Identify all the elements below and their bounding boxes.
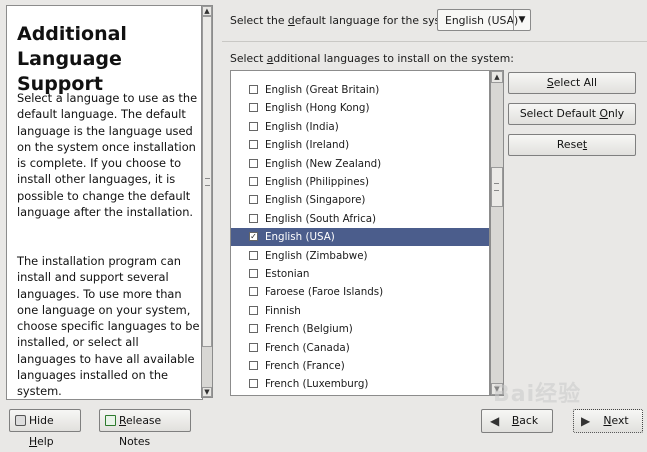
- back-arrow-icon: ◀: [490, 414, 500, 428]
- language-checkbox[interactable]: [249, 324, 258, 334]
- additional-languages-label: Select additional languages to install o…: [230, 52, 514, 65]
- language-row[interactable]: English (Singapore): [231, 191, 489, 209]
- language-checkbox[interactable]: ✓: [249, 232, 258, 242]
- language-label: English (New Zealand): [265, 157, 382, 170]
- next-arrow-icon: ▶: [581, 414, 591, 428]
- release-notes-button[interactable]: Release Notes: [99, 409, 191, 448]
- language-checkbox[interactable]: [249, 121, 258, 131]
- language-row[interactable]: English (Great Britain): [231, 81, 489, 99]
- language-checkbox[interactable]: [249, 269, 258, 278]
- additional-languages-list[interactable]: English (Great Britain) English (Hong Kon…: [230, 70, 490, 396]
- language-checkbox[interactable]: [249, 361, 258, 370]
- release-notes-icon: [105, 415, 116, 426]
- language-checkbox[interactable]: [249, 250, 258, 260]
- language-label: English (South Africa): [265, 212, 377, 225]
- language-row[interactable]: Finnish: [231, 302, 489, 320]
- language-checkbox[interactable]: [249, 379, 258, 389]
- language-row[interactable]: Estonian: [231, 265, 489, 283]
- watermark: Bai经验: [493, 382, 582, 407]
- language-row[interactable]: Faroese (Faroe Islands): [231, 283, 489, 301]
- language-row[interactable]: English (South Africa): [231, 210, 489, 228]
- hide-help-button[interactable]: Hide Help: [9, 409, 81, 448]
- help-scrollbar[interactable]: ▲ ▼: [201, 5, 213, 398]
- help-title: Additional Language Support: [17, 23, 127, 95]
- language-checkbox[interactable]: [249, 103, 258, 113]
- language-label: French (Luxemburg): [265, 378, 369, 391]
- select-all-button[interactable]: Select All: [508, 72, 636, 94]
- language-checkbox[interactable]: [249, 213, 258, 223]
- chevron-down-icon[interactable]: ▼: [513, 10, 530, 30]
- language-label: English (Great Britain): [265, 84, 380, 96]
- help-panel: Additional Language Support Select a lan…: [6, 5, 203, 400]
- language-checkbox[interactable]: [249, 305, 258, 315]
- default-language-select[interactable]: English (USA) ▼: [437, 9, 531, 31]
- language-row[interactable]: French (Luxemburg): [231, 375, 489, 393]
- scroll-up-arrow-icon[interactable]: ▲: [491, 71, 503, 83]
- language-list-scrollbar[interactable]: ▲ ▼: [490, 70, 504, 396]
- help-paragraph-additional-languages: The installation program can install and…: [17, 254, 200, 399]
- help-scrollbar-thumb[interactable]: [202, 16, 212, 347]
- language-label: Faroese (Faroe Islands): [265, 286, 384, 299]
- language-label: French (France): [265, 360, 345, 372]
- language-label: French (Canada): [265, 341, 350, 354]
- scroll-down-arrow-icon[interactable]: ▼: [202, 387, 212, 397]
- language-label: English (Singapore): [265, 194, 366, 207]
- language-row[interactable]: English (Hong Kong): [231, 99, 489, 117]
- default-language-value: English (USA): [445, 14, 519, 27]
- back-button[interactable]: ◀ Back: [481, 409, 553, 433]
- language-row[interactable]: English (Zimbabwe): [231, 247, 489, 265]
- language-row[interactable]: English (Ireland): [231, 136, 489, 154]
- select-default-only-button[interactable]: Select Default Only: [508, 103, 636, 125]
- language-row[interactable]: French (Canada): [231, 339, 489, 357]
- language-checkbox[interactable]: [249, 85, 258, 94]
- language-checkbox[interactable]: [249, 177, 258, 186]
- default-language-label: Select the default language for the syst…: [230, 14, 466, 27]
- language-row[interactable]: ✓ English (USA): [231, 228, 489, 247]
- language-label: French (Belgium): [265, 323, 353, 336]
- help-book-icon: [15, 415, 26, 426]
- language-checkbox[interactable]: [249, 158, 258, 168]
- scroll-up-arrow-icon[interactable]: ▲: [202, 6, 212, 16]
- language-label: English (Philippines): [265, 176, 369, 188]
- reset-button[interactable]: Reset: [508, 134, 636, 156]
- help-paragraph-default-language: Select a language to use as the default …: [17, 91, 198, 220]
- language-checkbox[interactable]: [249, 342, 258, 352]
- language-label: English (Zimbabwe): [265, 249, 368, 262]
- next-button[interactable]: ▶ Next: [573, 409, 643, 433]
- language-row[interactable]: English (India): [231, 118, 489, 136]
- language-list-scrollbar-thumb[interactable]: [491, 167, 503, 207]
- language-label: Finnish: [265, 304, 301, 317]
- separator: [222, 41, 647, 42]
- language-checkbox[interactable]: [249, 195, 258, 205]
- language-row[interactable]: English (New Zealand): [231, 155, 489, 173]
- language-checkbox[interactable]: [249, 287, 258, 297]
- language-label: English (USA): [265, 231, 335, 244]
- language-row[interactable]: French (Belgium): [231, 320, 489, 338]
- language-checkbox[interactable]: [249, 140, 258, 150]
- language-label: Estonian: [265, 268, 310, 280]
- language-label: English (Ireland): [265, 139, 350, 152]
- language-row[interactable]: French (France): [231, 357, 489, 375]
- language-row[interactable]: English (Philippines): [231, 173, 489, 191]
- language-label: English (Hong Kong): [265, 102, 370, 115]
- language-label: English (India): [265, 120, 339, 133]
